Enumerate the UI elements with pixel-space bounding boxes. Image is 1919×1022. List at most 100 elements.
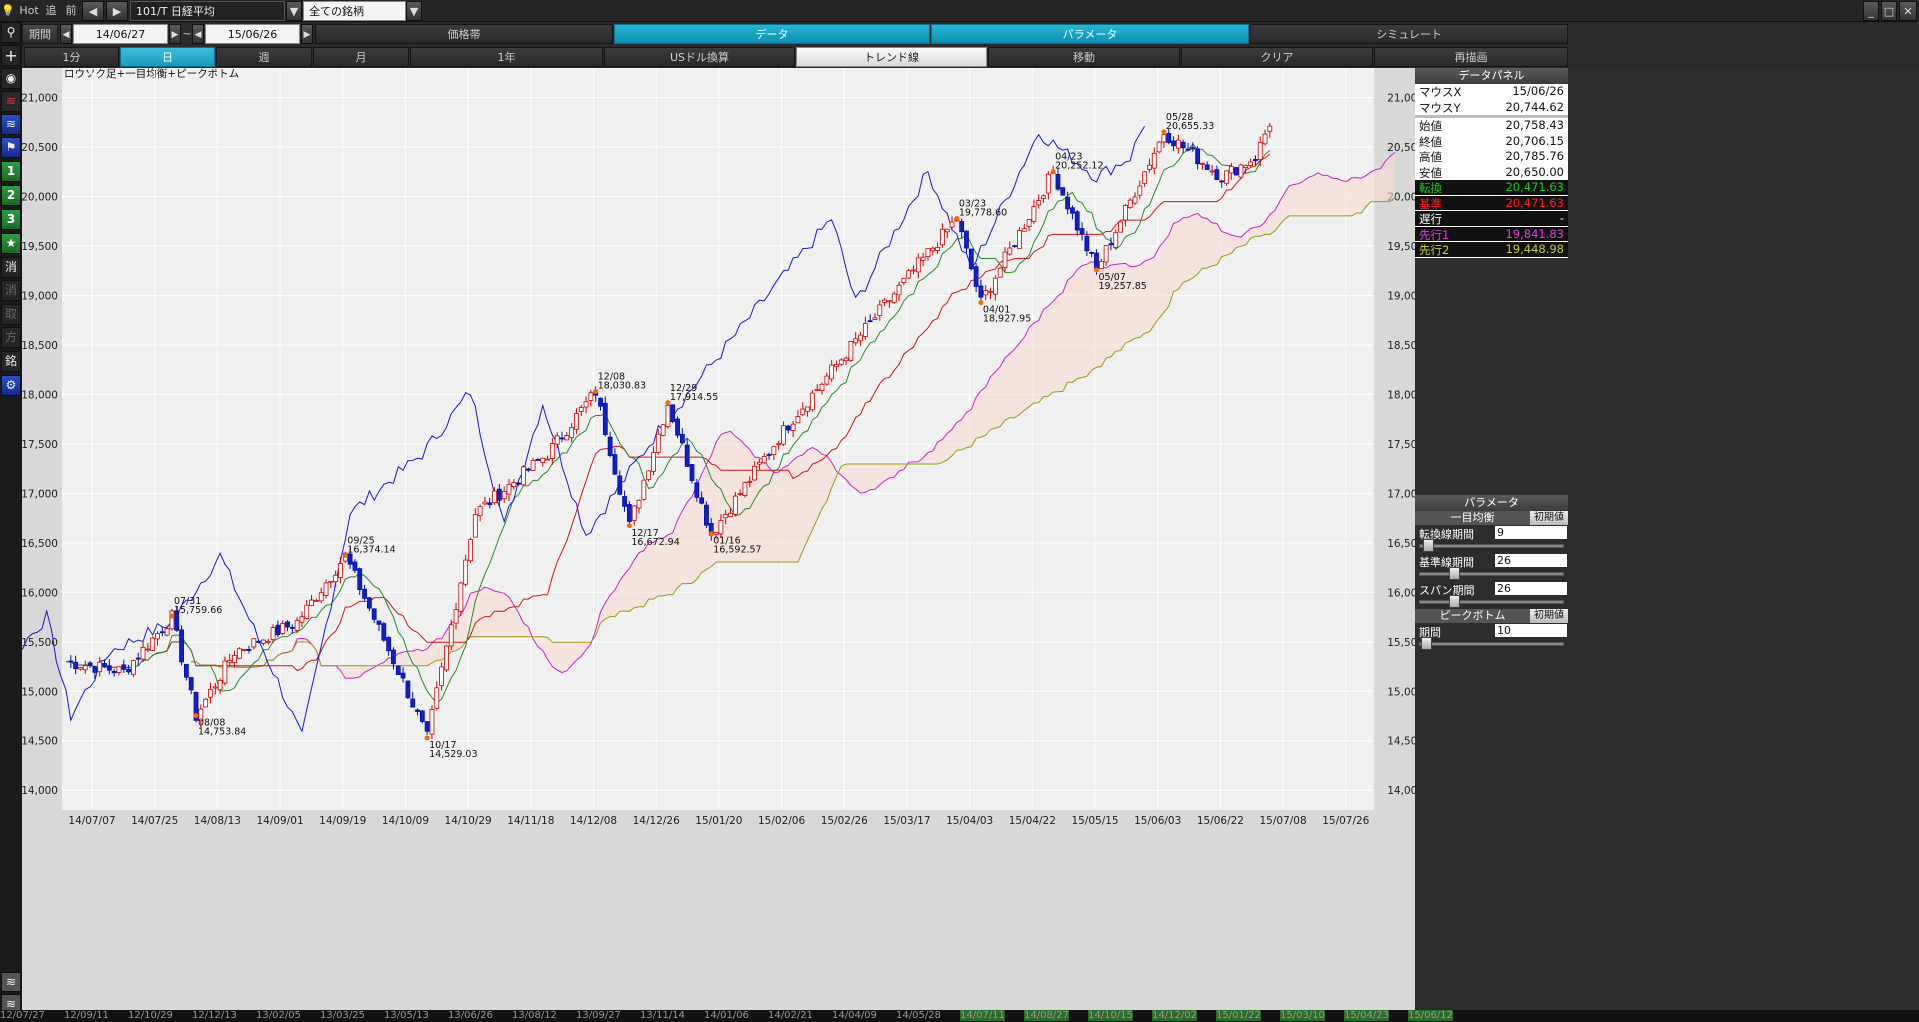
tenkan-param[interactable]: 転換線期間 9 bbox=[1415, 525, 1568, 553]
tab-move[interactable]: 移動 bbox=[988, 47, 1180, 67]
overview-date-label: 13/06/26 bbox=[448, 1010, 493, 1021]
candle-body bbox=[1204, 164, 1210, 170]
peak-value-label: 20,252.12 bbox=[1055, 161, 1103, 172]
add-button[interactable]: 追 bbox=[42, 1, 60, 21]
filter-dropdown-icon[interactable]: ▼ bbox=[406, 1, 422, 21]
star-icon[interactable]: ★ bbox=[1, 233, 21, 254]
candle-body bbox=[761, 456, 767, 464]
overview-date-strip[interactable]: 12/07/27 12/09/11 12/10/29 12/12/13 13/02/05… bbox=[0, 1010, 1919, 1022]
candle-body bbox=[545, 458, 550, 461]
search-icon[interactable]: ⚲ bbox=[1, 22, 21, 43]
symbol-dropdown-icon[interactable]: ▼ bbox=[286, 1, 302, 21]
forward-arrow-icon[interactable]: ▶ bbox=[106, 1, 128, 21]
start-date-input[interactable]: 14/06/27 bbox=[73, 24, 168, 44]
preset-1-button[interactable]: 1 bbox=[1, 161, 21, 182]
close-row: 終値 20,706.15 bbox=[1415, 133, 1568, 149]
end-date-input[interactable]: 15/06/26 bbox=[205, 24, 300, 44]
close-icon[interactable]: ✕ bbox=[1899, 1, 1917, 21]
slider-knob[interactable] bbox=[1449, 567, 1460, 580]
symbol-button[interactable]: 銘 bbox=[1, 351, 21, 372]
mouse-y-row: マウスY 20,744.62 bbox=[1415, 99, 1568, 115]
gear-icon[interactable]: ⚙ bbox=[1, 375, 21, 396]
period-tabs: 1分 日 週 月 1年 USドル換算 トレンド線 移動 クリア 再描画 bbox=[0, 46, 1919, 68]
crosshair-icon[interactable]: + bbox=[1, 45, 21, 66]
camera-icon[interactable]: ◉ bbox=[1, 68, 21, 89]
lightbulb-icon[interactable]: 💡 bbox=[0, 1, 16, 21]
candle-body bbox=[617, 475, 623, 495]
erase-all-button[interactable]: 消 bbox=[1, 280, 21, 301]
ichimoku-chart[interactable]: ロウソク足+一目均衡+ピークボトム 14,000 14,000 14,500 14,50… bbox=[22, 68, 1415, 1022]
tab-data[interactable]: データ bbox=[614, 24, 930, 44]
preset-2-button[interactable]: 2 bbox=[1, 185, 21, 206]
tab-parameters[interactable]: パラメータ bbox=[931, 24, 1249, 44]
tab-clear[interactable]: クリア bbox=[1181, 47, 1373, 67]
x-tick-label: 14/09/01 bbox=[256, 815, 303, 827]
prev-button[interactable]: 前 bbox=[62, 1, 80, 21]
candle-body bbox=[294, 620, 300, 631]
tab-price-band[interactable]: 価格帯 bbox=[315, 24, 613, 44]
slider-knob[interactable] bbox=[1449, 595, 1460, 608]
filter-select[interactable]: 全ての銘柄 bbox=[303, 1, 406, 21]
candle-body bbox=[1002, 251, 1008, 269]
candle-body bbox=[959, 221, 965, 233]
overview-date-label: 14/01/06 bbox=[704, 1010, 749, 1021]
candle-body bbox=[559, 437, 565, 440]
ichimoku-row: 基準 20,471.63 bbox=[1415, 195, 1568, 211]
peak-value-label: 16,592.57 bbox=[713, 545, 761, 556]
y-tick-label-right: 19,000 bbox=[1387, 291, 1415, 303]
tab-daily[interactable]: 日 bbox=[120, 47, 215, 67]
tab-usd-conversion[interactable]: USドル換算 bbox=[604, 47, 795, 67]
chart-area[interactable]: ロウソク足+一目均衡+ピークボトム 14,000 14,000 14,500 14,50… bbox=[22, 68, 1415, 1022]
y-tick-label-right: 18,500 bbox=[1387, 340, 1415, 352]
reset-button[interactable]: 初期値 bbox=[1530, 609, 1568, 623]
preset-3-button[interactable]: 3 bbox=[1, 209, 21, 230]
start-right-arrow-icon[interactable]: ▶ bbox=[169, 24, 181, 44]
candle-body bbox=[1248, 161, 1253, 166]
flag-icon[interactable]: ⚑ bbox=[1, 137, 21, 158]
span-param[interactable]: スパン期間 26 bbox=[1415, 581, 1568, 609]
candle-body bbox=[795, 416, 801, 424]
candle-body bbox=[843, 357, 849, 362]
candle-body bbox=[304, 604, 310, 619]
main-toolbar: 💡 Hot 追 前 ◀ ▶ 101/T 日経平均 ▼ 全ての銘柄 ▼ _ □ ✕ bbox=[0, 0, 1919, 22]
slider-knob[interactable] bbox=[1421, 637, 1432, 650]
end-left-arrow-icon[interactable]: ◀ bbox=[192, 24, 204, 44]
candle-body bbox=[362, 588, 367, 599]
candle-body bbox=[366, 597, 372, 609]
candle-body bbox=[968, 248, 974, 270]
kijun-param[interactable]: 基準線期間 26 bbox=[1415, 553, 1568, 581]
y-tick-label-right: 20,500 bbox=[1387, 142, 1415, 154]
tab-trendline[interactable]: トレンド線 bbox=[796, 47, 987, 67]
tab-1min[interactable]: 1分 bbox=[24, 47, 119, 67]
symbol-field[interactable]: 101/T 日経平均 bbox=[130, 1, 285, 21]
direction-button[interactable]: 方 bbox=[1, 327, 21, 348]
candle-body bbox=[978, 285, 984, 298]
indicator-icon[interactable]: ≋ bbox=[1, 114, 21, 135]
candle-body bbox=[280, 623, 286, 634]
start-left-arrow-icon[interactable]: ◀ bbox=[60, 24, 72, 44]
tab-weekly[interactable]: 週 bbox=[216, 47, 312, 67]
hot-button[interactable]: Hot bbox=[18, 1, 40, 21]
reset-button[interactable]: 初期値 bbox=[1530, 511, 1568, 525]
y-tick-label: 20,000 bbox=[22, 192, 58, 204]
period-label: 期間 bbox=[22, 24, 58, 44]
candle-body bbox=[448, 624, 454, 647]
candle-body bbox=[549, 443, 555, 459]
mini-chart-icon[interactable]: ≋ bbox=[1, 972, 21, 992]
candle-body bbox=[318, 592, 324, 602]
candle-body bbox=[458, 582, 464, 612]
erase-button[interactable]: 消 bbox=[1, 257, 21, 278]
tab-redraw[interactable]: 再描画 bbox=[1374, 47, 1568, 67]
cancel-button[interactable]: 取 bbox=[1, 304, 21, 325]
slider-knob[interactable] bbox=[1423, 539, 1434, 552]
maximize-icon[interactable]: □ bbox=[1881, 1, 1897, 21]
candle-body bbox=[299, 616, 305, 623]
pb-period-param[interactable]: 期間 10 bbox=[1415, 623, 1568, 651]
end-right-arrow-icon[interactable]: ▶ bbox=[301, 24, 313, 44]
back-arrow-icon[interactable]: ◀ bbox=[82, 1, 104, 21]
line-chart-icon[interactable]: ≋ bbox=[1, 91, 21, 112]
tab-monthly[interactable]: 月 bbox=[313, 47, 409, 67]
minimize-icon[interactable]: _ bbox=[1863, 1, 1879, 21]
tab-1year[interactable]: 1年 bbox=[410, 47, 603, 67]
tab-simulate[interactable]: シミュレート bbox=[1250, 24, 1568, 44]
